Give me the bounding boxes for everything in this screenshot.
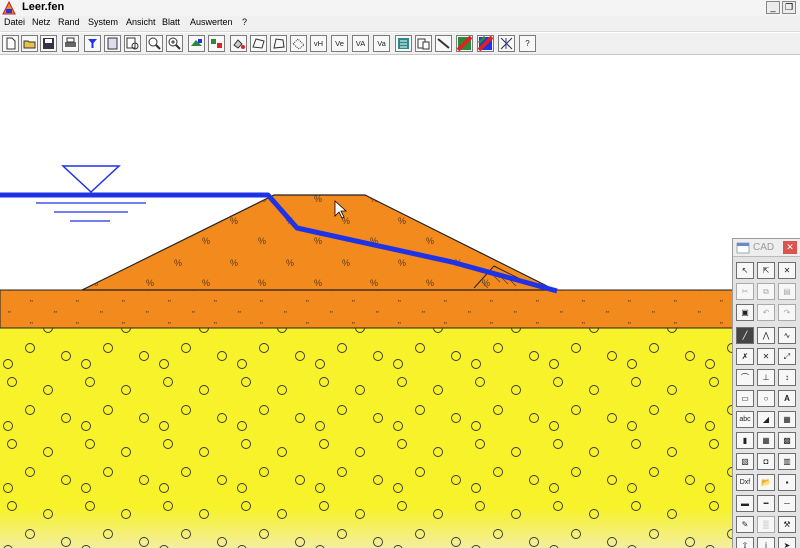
- cad-pen-icon[interactable]: ✎: [736, 516, 754, 533]
- cad-extend-icon[interactable]: ⤢: [778, 348, 796, 365]
- cad-move-up-icon[interactable]: ⇧: [736, 537, 754, 548]
- restore-button[interactable]: ❐: [782, 1, 796, 14]
- zoom-page-icon[interactable]: [124, 35, 141, 52]
- cad-close-button[interactable]: ✕: [783, 241, 797, 254]
- water-level-triangle-icon: [61, 165, 121, 194]
- cad-text-button[interactable]: A: [778, 390, 796, 407]
- cad-circle-icon[interactable]: ○: [757, 390, 775, 407]
- cad-bar-chart-icon[interactable]: ▮: [736, 432, 754, 449]
- cad-line-thick-icon[interactable]: ▬: [736, 495, 754, 512]
- cad-stamp-icon[interactable]: ▥: [778, 453, 796, 470]
- result-colors-alt-icon[interactable]: [477, 35, 494, 52]
- new-file-icon[interactable]: [2, 35, 19, 52]
- cad-curve-icon[interactable]: ∿: [778, 327, 796, 344]
- cad-select-node-icon[interactable]: ⇱: [757, 262, 775, 279]
- menu-netz[interactable]: Netz: [32, 17, 51, 27]
- help-button[interactable]: ?: [519, 35, 536, 52]
- va-upper-button[interactable]: VA: [352, 35, 369, 52]
- save-icon[interactable]: [40, 35, 57, 52]
- clay-pattern: [0, 290, 800, 328]
- page-icon[interactable]: [104, 35, 121, 52]
- cad-dxf-button[interactable]: Dxf: [736, 474, 754, 491]
- cad-tools-icon[interactable]: ⚒: [778, 516, 796, 533]
- water-level-lines: [36, 202, 146, 222]
- menu-ansicht[interactable]: Ansicht: [126, 17, 156, 27]
- layer-icon[interactable]: [188, 35, 205, 52]
- cad-symbol-icon[interactable]: ◘: [757, 453, 775, 470]
- cad-line-thin-icon[interactable]: ─: [778, 495, 796, 512]
- cad-rectangle-icon[interactable]: ▭: [736, 390, 754, 407]
- menu-system[interactable]: System: [88, 17, 118, 27]
- shape-icon[interactable]: [270, 35, 287, 52]
- cad-redo-icon[interactable]: ↷: [778, 304, 796, 321]
- cad-line-medium-icon[interactable]: ━: [757, 495, 775, 512]
- cad-insert-image-icon[interactable]: ▧: [736, 453, 754, 470]
- cad-trim-icon[interactable]: ✗: [736, 348, 754, 365]
- zoom-in-icon[interactable]: [166, 35, 183, 52]
- menu-auswerten[interactable]: Auswerten: [190, 17, 233, 27]
- title-bar: Leer.fen _ ❐: [0, 0, 800, 16]
- cad-table-icon[interactable]: ▦: [778, 411, 796, 428]
- vh-button[interactable]: vH: [310, 35, 327, 52]
- slope-line-icon[interactable]: [435, 35, 452, 52]
- cad-select-arrow-icon[interactable]: ↖: [736, 262, 754, 279]
- cad-pointer-icon[interactable]: ➤: [778, 537, 796, 548]
- cad-line-icon[interactable]: ╱: [736, 327, 754, 344]
- sand-pattern: [0, 328, 800, 548]
- cad-window-icon: [736, 242, 750, 254]
- drawing-canvas[interactable]: % % " ": [0, 56, 800, 548]
- cad-label-button[interactable]: abc: [736, 411, 754, 428]
- cad-cut-icon[interactable]: ✂: [736, 283, 754, 300]
- cad-grid-icon[interactable]: ▦: [757, 432, 775, 449]
- menu-datei[interactable]: Datei: [4, 17, 25, 27]
- print-icon[interactable]: [62, 35, 79, 52]
- cad-vertical-dim-icon[interactable]: ↕: [778, 369, 796, 386]
- fill-icon[interactable]: [230, 35, 247, 52]
- cad-open-icon[interactable]: 📂: [757, 474, 775, 491]
- cad-arc-icon[interactable]: ⌒: [736, 369, 754, 386]
- cad-save-icon[interactable]: ▪: [778, 474, 796, 491]
- menu-blatt[interactable]: Blatt: [162, 17, 180, 27]
- cad-image-icon[interactable]: ▣: [736, 304, 754, 321]
- cad-copy-icon[interactable]: ⧉: [757, 283, 775, 300]
- cad-info-button[interactable]: i: [757, 537, 775, 548]
- cad-dimension-icon[interactable]: ⊥: [757, 369, 775, 386]
- menu-bar: Datei Netz Rand System Ansicht Blatt Aus…: [0, 16, 800, 32]
- cad-undo-icon[interactable]: ↶: [757, 304, 775, 321]
- filter-icon[interactable]: [84, 35, 101, 52]
- app-icon: [2, 1, 16, 15]
- ve-button[interactable]: Ve: [331, 35, 348, 52]
- cad-polyline-icon[interactable]: ⋀: [757, 327, 775, 344]
- flow-net-icon[interactable]: [498, 35, 515, 52]
- menu-rand[interactable]: Rand: [58, 17, 80, 27]
- grid-points-icon[interactable]: [290, 35, 307, 52]
- va-lower-button[interactable]: Va: [373, 35, 390, 52]
- cad-delete-icon[interactable]: ✕: [778, 262, 796, 279]
- cad-title: CAD: [753, 242, 775, 253]
- cad-area-chart-icon[interactable]: ◢: [757, 411, 775, 428]
- cad-header: CAD ✕: [733, 239, 800, 257]
- window-title: Leer.fen: [22, 1, 65, 13]
- table-icon[interactable]: [415, 35, 432, 52]
- menu-help[interactable]: ?: [242, 17, 247, 27]
- zoom-out-icon[interactable]: [146, 35, 163, 52]
- calculator-icon[interactable]: [395, 35, 412, 52]
- cad-cross-icon[interactable]: ✕: [757, 348, 775, 365]
- cad-grid-fine-icon[interactable]: ▩: [778, 432, 796, 449]
- result-colors-icon[interactable]: [456, 35, 473, 52]
- embankment-pattern: [82, 195, 555, 290]
- cad-paste-icon[interactable]: ▤: [778, 283, 796, 300]
- material-icon[interactable]: [208, 35, 225, 52]
- minimize-button[interactable]: _: [766, 1, 780, 14]
- polygon-icon[interactable]: [250, 35, 267, 52]
- open-folder-icon[interactable]: [21, 35, 38, 52]
- cad-panel: CAD ✕ ↖ ⇱ ✕ ✂ ⧉ ▤ ▣ ↶ ↷ ╱ ⋀ ∿ ✗ ✕ ⤢ ⌒ ⊥ …: [732, 238, 800, 548]
- toolbar: vH Ve VA Va ?: [0, 33, 800, 55]
- cad-fill-disabled-icon[interactable]: ▒: [757, 516, 775, 533]
